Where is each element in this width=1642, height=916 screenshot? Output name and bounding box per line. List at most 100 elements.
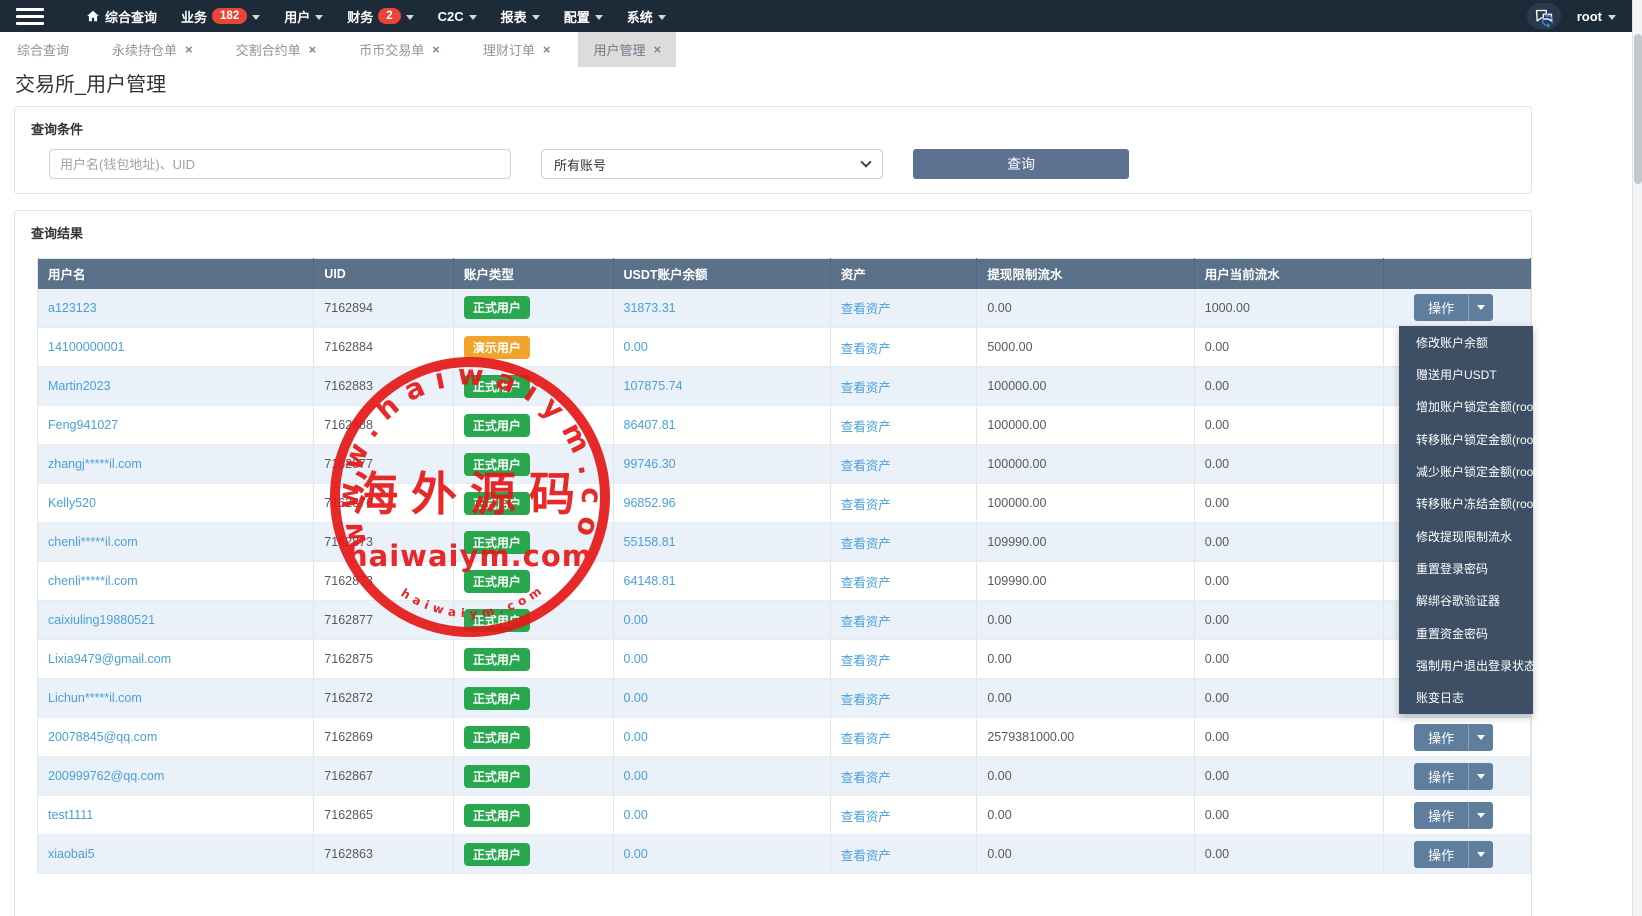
action-menu-item-2[interactable]: 增加账户锁定金额(root) [1399,391,1541,423]
username-link[interactable]: chenli*****il.com [48,535,138,549]
action-menu-item-11[interactable]: 账变日志 [1399,682,1533,714]
view-assets-link[interactable]: 查看资产 [841,654,891,668]
action-button[interactable]: 操作 [1414,723,1469,751]
query-button[interactable]: 查询 [913,149,1129,179]
view-assets-link[interactable]: 查看资产 [841,693,891,707]
tab-1[interactable]: 永续持仓单 × [97,32,208,67]
action-menu-item-4[interactable]: 减少账户锁定金额(root) [1399,455,1541,487]
sidebar-toggle-icon[interactable] [0,7,60,25]
refresh-icon[interactable] [1539,12,1556,29]
usdt-balance-link[interactable]: 0.00 [624,340,648,354]
usdt-balance-link[interactable]: 31873.31 [624,301,676,315]
nav-item-6[interactable]: 配置 [552,0,615,32]
action-menu-item-5[interactable]: 转移账户冻结金额(root) [1399,488,1541,520]
view-assets-link[interactable]: 查看资产 [841,615,891,629]
username-link[interactable]: Lixia9479@gmail.com [48,652,171,666]
view-assets-link[interactable]: 查看资产 [841,302,891,316]
username-link[interactable]: Lichun*****il.com [48,691,142,705]
nav-item-3[interactable]: 财务 2 [335,0,425,32]
action-split-button[interactable]: 操作 [1414,801,1494,829]
action-caret-button[interactable] [1468,723,1494,751]
action-button[interactable]: 操作 [1414,801,1469,829]
username-link[interactable]: test1111 [48,808,93,822]
usdt-balance-link[interactable]: 0.00 [624,730,648,744]
tab-5[interactable]: 用户管理 × [578,32,677,67]
view-assets-link[interactable]: 查看资产 [841,576,891,590]
username-link[interactable]: Kelly520 [48,496,96,510]
username-link[interactable]: Feng941027 [48,418,118,432]
action-menu-item-1[interactable]: 赠送用户USDT [1399,358,1533,390]
action-menu-item-3[interactable]: 转移账户锁定金额(root) [1399,423,1541,455]
action-button[interactable]: 操作 [1414,762,1469,790]
nav-item-7[interactable]: 系统 [615,0,678,32]
view-assets-link[interactable]: 查看资产 [841,537,891,551]
tab-close-icon[interactable]: × [543,43,551,56]
action-split-button[interactable]: 操作 [1414,294,1494,322]
tab-3[interactable]: 币币交易单 × [344,32,455,67]
username-link[interactable]: 20078845@qq.com [48,730,157,744]
tab-close-icon[interactable]: × [653,43,661,56]
username-link[interactable]: Martin2023 [48,379,111,393]
usdt-balance-link[interactable]: 55158.81 [624,535,676,549]
usdt-balance-link[interactable]: 0.00 [624,769,648,783]
usdt-balance-link[interactable]: 0.00 [624,847,648,861]
tab-close-icon[interactable]: × [432,43,440,56]
action-menu-item-0[interactable]: 修改账户余额 [1399,326,1533,358]
action-menu-item-9[interactable]: 重置资金密码 [1399,617,1533,649]
nav-item-0[interactable]: 综合查询 [74,0,169,32]
view-assets-link[interactable]: 查看资产 [841,459,891,473]
action-split-button[interactable]: 操作 [1414,762,1494,790]
action-button[interactable]: 操作 [1414,840,1469,868]
tab-close-icon[interactable]: × [309,43,317,56]
scrollbar-thumb[interactable] [1634,34,1642,184]
username-link[interactable]: zhangj*****il.com [48,457,142,471]
view-assets-link[interactable]: 查看资产 [841,420,891,434]
withdraw-limit-value: 0.00 [987,847,1012,861]
username-link[interactable]: 200999762@qq.com [48,769,164,783]
view-assets-link[interactable]: 查看资产 [841,732,891,746]
search-input[interactable] [49,149,511,179]
account-type-select[interactable]: 所有账号 [541,149,883,179]
usdt-balance-link[interactable]: 0.00 [624,808,648,822]
action-caret-button[interactable] [1468,801,1494,829]
tab-4[interactable]: 理财订单 × [468,32,566,67]
view-assets-link[interactable]: 查看资产 [841,849,891,863]
view-assets-link[interactable]: 查看资产 [841,810,891,824]
account-type-badge: 正式用户 [463,452,530,476]
action-split-button[interactable]: 操作 [1414,723,1494,751]
view-assets-link[interactable]: 查看资产 [841,771,891,785]
action-menu-item-7[interactable]: 重置登录密码 [1399,552,1533,584]
action-menu-item-10[interactable]: 强制用户退出登录状态 [1399,649,1536,681]
username-link[interactable]: chenli*****il.com [48,574,138,588]
tab-close-icon[interactable]: × [185,43,193,56]
usdt-balance-link[interactable]: 0.00 [624,613,648,627]
usdt-balance-link[interactable]: 99746.30 [624,457,676,471]
usdt-balance-link[interactable]: 64148.81 [624,574,676,588]
username-link[interactable]: 14100000001 [48,340,124,354]
usdt-balance-link[interactable]: 86407.81 [624,418,676,432]
view-assets-link[interactable]: 查看资产 [841,498,891,512]
nav-item-4[interactable]: C2C [426,0,489,32]
action-menu-item-6[interactable]: 修改提现限制流水 [1399,520,1533,552]
usdt-balance-link[interactable]: 0.00 [624,652,648,666]
usdt-balance-link[interactable]: 107875.74 [624,379,683,393]
action-button[interactable]: 操作 [1414,294,1469,322]
usdt-balance-link[interactable]: 0.00 [624,691,648,705]
tab-0[interactable]: 综合查询 [2,32,84,67]
action-menu-item-8[interactable]: 解绑谷歌验证器 [1399,585,1533,617]
username-link[interactable]: a123123 [48,301,97,315]
nav-item-2[interactable]: 用户 [272,0,335,32]
nav-item-1[interactable]: 业务 182 [169,0,272,32]
action-caret-button[interactable] [1468,762,1494,790]
user-menu[interactable]: root [1577,9,1616,24]
view-assets-link[interactable]: 查看资产 [841,342,891,356]
tab-2[interactable]: 交割合约单 × [221,32,332,67]
action-caret-button[interactable] [1468,294,1494,322]
action-split-button[interactable]: 操作 [1414,840,1494,868]
action-caret-button[interactable] [1468,840,1494,868]
view-assets-link[interactable]: 查看资产 [841,381,891,395]
username-link[interactable]: caixiuling19880521 [48,613,155,627]
usdt-balance-link[interactable]: 96852.96 [624,496,676,510]
username-link[interactable]: xiaobai5 [48,847,95,861]
nav-item-5[interactable]: 报表 [489,0,552,32]
